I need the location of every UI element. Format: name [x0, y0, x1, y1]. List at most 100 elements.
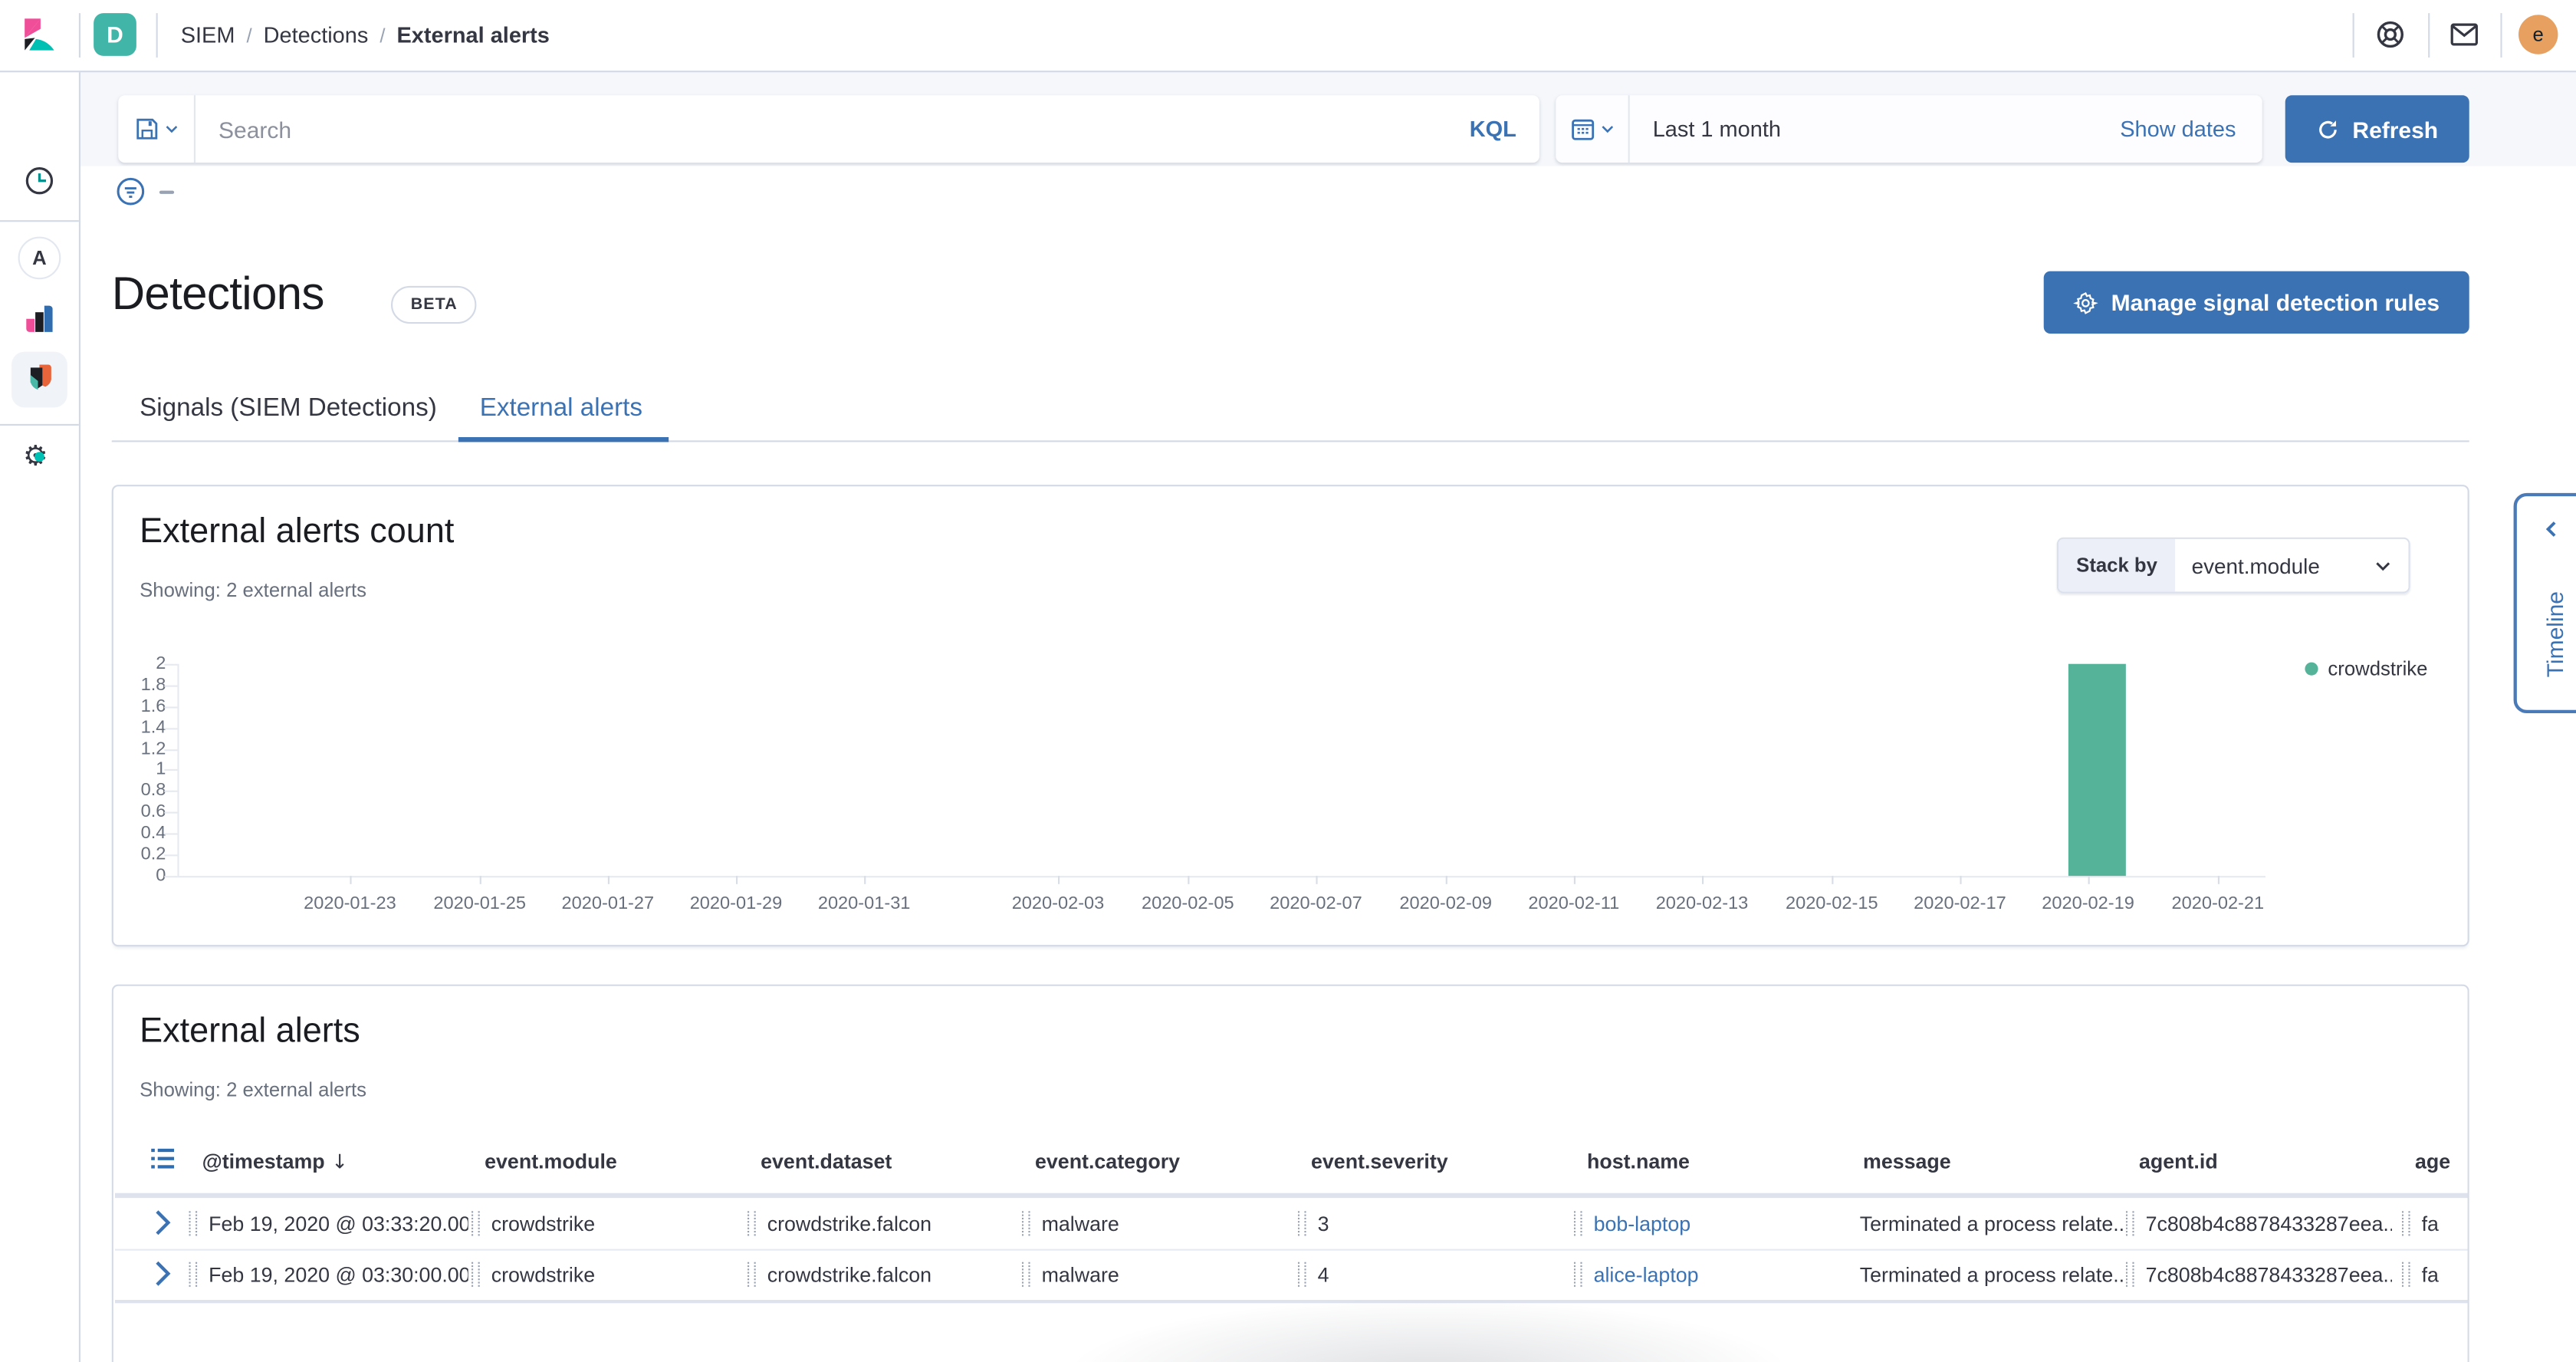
tab-signals[interactable]: Signals (SIEM Detections): [140, 394, 437, 424]
divider: [0, 220, 79, 222]
tab-external-alerts[interactable]: External alerts: [480, 394, 642, 424]
column-header[interactable]: event.dataset: [761, 1150, 892, 1173]
kibana-siem-page: D SIEM / Detections / External alerts e: [0, 0, 2576, 1362]
x-axis-line: [177, 876, 2266, 877]
table-panel-subtitle: Showing: 2 external alerts: [140, 1078, 366, 1101]
bar-crowdstrike-2020-02-19[interactable]: [2068, 664, 2126, 876]
drag-handle[interactable]: [1022, 1262, 1030, 1287]
user-avatar[interactable]: e: [2518, 15, 2558, 54]
host-link[interactable]: alice-laptop: [1594, 1263, 1699, 1286]
drag-handle[interactable]: [189, 1262, 197, 1287]
drag-handle[interactable]: [2402, 1211, 2410, 1235]
column-header[interactable]: agent.id: [2139, 1150, 2218, 1173]
left-nav-sidebar: A ⚙: [0, 71, 80, 1362]
date-range-value[interactable]: Last 1 month: [1630, 117, 2121, 141]
top-header: D SIEM / Detections / External alerts e: [0, 0, 2576, 72]
column-header[interactable]: message: [1863, 1150, 1951, 1173]
filter-menu-icon[interactable]: [115, 176, 146, 207]
refresh-button[interactable]: Refresh: [2285, 95, 2469, 163]
external-alerts-table-panel: External alerts Showing: 2 external aler…: [112, 985, 2469, 1362]
saved-query-menu-button[interactable]: [118, 95, 196, 163]
chevron-down-icon: [2374, 556, 2392, 574]
manage-signal-detection-rules-button[interactable]: Manage signal detection rules: [2044, 271, 2469, 334]
column-header[interactable]: event.category: [1035, 1150, 1180, 1173]
beta-badge: BETA: [391, 286, 477, 324]
breadcrumb: SIEM / Detections / External alerts: [181, 0, 550, 71]
chevron-down-icon: [163, 122, 178, 137]
date-picker: Last 1 month Show dates: [1556, 95, 2262, 163]
search-input[interactable]: [196, 116, 1447, 142]
drag-handle[interactable]: [2402, 1262, 2410, 1287]
drag-handle[interactable]: [1298, 1262, 1306, 1287]
column-header-timestamp[interactable]: @timestamp↓: [202, 1150, 348, 1173]
y-axis-line: [177, 664, 179, 876]
chart-panel-subtitle: Showing: 2 external alerts: [140, 578, 366, 601]
timeline-label: Timeline: [2542, 591, 2568, 677]
kibana-logo-icon[interactable]: [21, 16, 58, 52]
filter-row: [80, 166, 2576, 219]
divider: [2428, 13, 2430, 58]
external-alerts-count-panel: External alerts count Showing: 2 externa…: [112, 485, 2469, 946]
kql-button[interactable]: KQL: [1447, 117, 1539, 141]
space-badge[interactable]: D: [94, 13, 136, 56]
legend-label: crowdstrike: [2328, 657, 2427, 680]
chevron-left-icon: [2542, 519, 2561, 539]
table-row[interactable]: Feb 19, 2020 @ 03:33:20.000 crowdstrike …: [115, 1198, 2468, 1251]
expand-row-icon[interactable]: [151, 1258, 174, 1288]
timeline-flyout-toggle[interactable]: Timeline: [2514, 493, 2576, 713]
chart-legend[interactable]: crowdstrike: [2305, 657, 2427, 680]
column-header[interactable]: event.severity: [1311, 1150, 1448, 1173]
save-icon: [134, 117, 159, 141]
legend-dot: [2305, 663, 2318, 676]
page-title: Detections: [112, 268, 324, 321]
breadcrumb-current: External alerts: [397, 23, 550, 48]
stack-by-label: Stack by: [2058, 539, 2175, 592]
help-icon[interactable]: [2374, 18, 2407, 51]
drag-handle[interactable]: [748, 1262, 756, 1287]
divider: [0, 424, 79, 426]
recently-viewed-icon[interactable]: [23, 164, 56, 197]
date-quick-select-button[interactable]: [1556, 95, 1629, 163]
chevron-down-icon: [1599, 122, 1614, 137]
filter-dash: [159, 191, 174, 194]
show-dates-button[interactable]: Show dates: [2120, 117, 2262, 141]
app-a-icon[interactable]: A: [18, 237, 61, 280]
divider: [79, 13, 80, 58]
drag-handle[interactable]: [189, 1211, 197, 1235]
table-row[interactable]: Feb 19, 2020 @ 03:30:00.000 crowdstrike …: [115, 1249, 2468, 1304]
drag-handle[interactable]: [472, 1211, 480, 1235]
divider: [2353, 13, 2354, 58]
calendar-icon: [1569, 117, 1594, 141]
stack-by-select[interactable]: event.module: [2175, 539, 2408, 592]
stack-by-control: Stack by event.module: [2057, 538, 2410, 594]
column-settings-icon[interactable]: [151, 1147, 174, 1170]
drag-handle[interactable]: [1574, 1211, 1582, 1235]
breadcrumb-separator: /: [246, 24, 251, 47]
column-header[interactable]: host.name: [1587, 1150, 1690, 1173]
divider: [2500, 13, 2502, 58]
drag-handle[interactable]: [1298, 1211, 1306, 1235]
table-panel-title: External alerts: [140, 1012, 360, 1051]
chart-panel-title: External alerts count: [140, 513, 454, 552]
drag-handle[interactable]: [472, 1262, 480, 1287]
drag-handle[interactable]: [1022, 1211, 1030, 1235]
visualize-app-icon[interactable]: [23, 302, 56, 335]
column-header[interactable]: event.module: [485, 1150, 617, 1173]
breadcrumb-separator: /: [380, 24, 385, 47]
newsfeed-icon[interactable]: [2448, 18, 2481, 51]
host-link[interactable]: bob-laptop: [1594, 1212, 1691, 1235]
divider: [156, 13, 158, 58]
search-bar: KQL: [118, 95, 1539, 163]
active-tab-underline: [458, 437, 669, 442]
drag-handle[interactable]: [1574, 1262, 1582, 1287]
column-header[interactable]: age: [2415, 1150, 2450, 1173]
drag-handle[interactable]: [748, 1211, 756, 1235]
refresh-icon: [2316, 117, 2339, 140]
drag-handle[interactable]: [2126, 1262, 2134, 1287]
gear-icon: [2073, 290, 2098, 314]
siem-app-icon[interactable]: [25, 364, 54, 393]
breadcrumb-detections[interactable]: Detections: [264, 23, 369, 48]
drag-handle[interactable]: [2126, 1211, 2134, 1235]
breadcrumb-siem[interactable]: SIEM: [181, 23, 235, 48]
expand-row-icon[interactable]: [151, 1208, 174, 1238]
